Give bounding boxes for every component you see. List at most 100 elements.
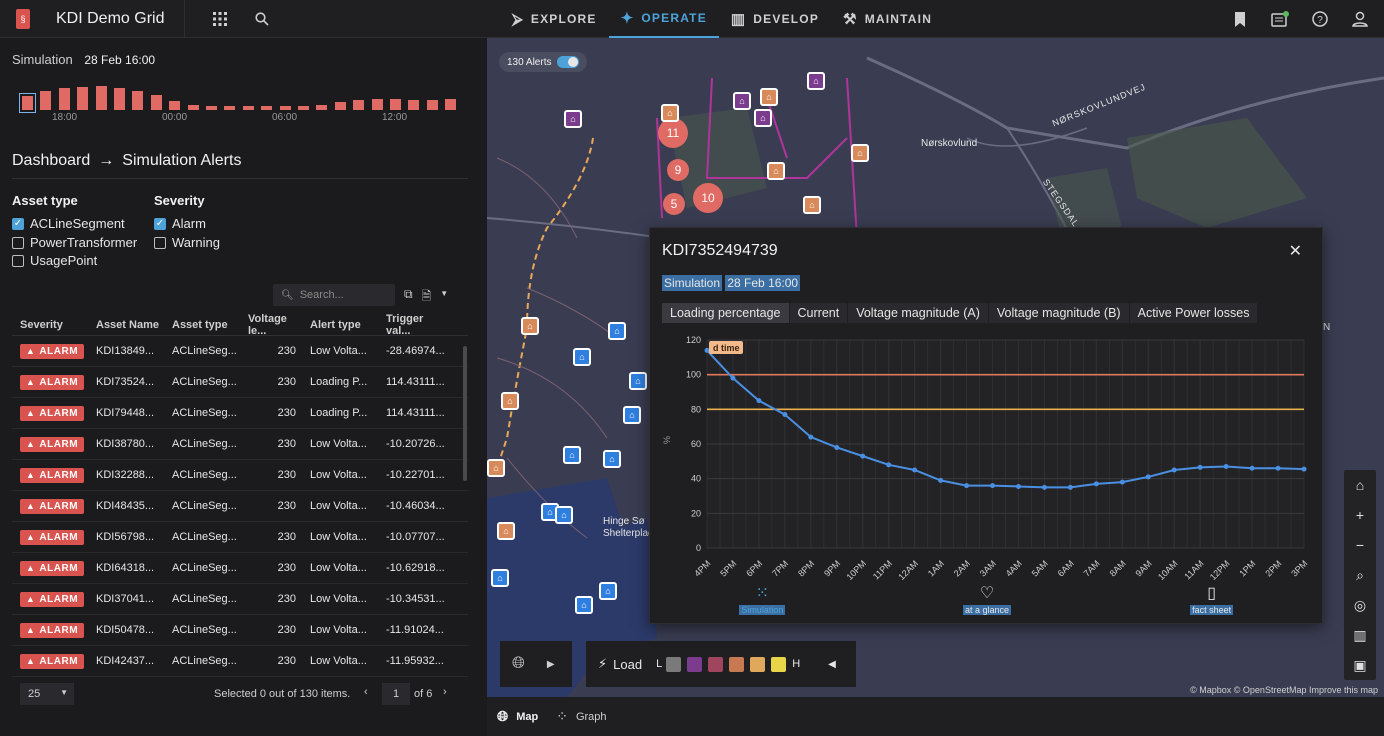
timeline-bar[interactable] xyxy=(334,102,346,110)
legend-swatch[interactable] xyxy=(708,656,724,672)
timeline-bar[interactable] xyxy=(206,106,217,110)
filter-alarm[interactable]: ✓ Alarm xyxy=(154,216,206,231)
timeline-bar[interactable] xyxy=(77,87,89,110)
asset-marker[interactable]: ⌂ xyxy=(521,317,539,335)
col-asset-type[interactable]: Asset type xyxy=(172,319,248,331)
table-row[interactable]: ▲ ALARM KDI73524... ACLineSeg... 230 Loading … xyxy=(12,367,468,398)
asset-marker[interactable]: ⌂ xyxy=(608,322,626,340)
table-row[interactable]: ▲ ALARM KDI42437... ACLineSeg... 230 Low Volt… xyxy=(12,646,468,677)
asset-marker[interactable]: ⌂ xyxy=(851,144,869,162)
tab-voltage-a[interactable]: Voltage magnitude (A) xyxy=(848,303,989,323)
checkbox-icon[interactable] xyxy=(154,236,166,249)
timeline-bar[interactable] xyxy=(58,88,70,110)
tab-active-power-losses[interactable]: Active Power losses xyxy=(1130,303,1259,323)
col-severity[interactable]: Severity xyxy=(12,319,96,331)
apps-grid-icon[interactable] xyxy=(210,9,230,29)
asset-marker[interactable]: ⌂ xyxy=(487,459,505,477)
asset-marker[interactable]: ⌂ xyxy=(754,109,772,127)
timeline-bar[interactable] xyxy=(261,106,273,110)
table-row[interactable]: ▲ ALARM KDI64318... ACLineSeg... 230 Low Volt… xyxy=(12,553,468,584)
toggle-switch[interactable] xyxy=(557,56,580,68)
timeline-bar[interactable] xyxy=(169,101,181,110)
timeline-bar[interactable] xyxy=(371,98,383,110)
legend-swatch[interactable] xyxy=(687,656,703,672)
timeline-bar[interactable] xyxy=(316,104,328,110)
asset-marker[interactable]: ⌂ xyxy=(575,596,593,614)
help-icon[interactable]: ? xyxy=(1310,9,1330,29)
timeline-bar[interactable] xyxy=(95,85,107,110)
checkbox-icon[interactable] xyxy=(12,254,24,267)
basemap-toggle[interactable]: 🌐︎ ▶ xyxy=(500,641,572,687)
col-trigger-value[interactable]: Trigger val... xyxy=(386,313,450,337)
table-row[interactable]: ▲ ALARM KDI13849... ACLineSeg... 230 Low Volt… xyxy=(12,336,468,367)
asset-marker[interactable]: ⌂ xyxy=(501,392,519,410)
table-row[interactable]: ▲ ALARM KDI79448... ACLineSeg... 230 Loading … xyxy=(12,398,468,429)
asset-marker[interactable]: ⌂ xyxy=(564,110,582,128)
alerts-toggle[interactable]: 130 Alerts xyxy=(499,52,588,72)
zoom-out-icon[interactable]: − xyxy=(1344,530,1376,560)
tab-graph[interactable]: ⁘ Graph xyxy=(556,708,606,725)
notifications-icon[interactable] xyxy=(1270,9,1290,29)
asset-marker[interactable]: ⌂ xyxy=(803,196,821,214)
asset-marker[interactable]: ⌂ xyxy=(497,522,515,540)
timeline-bar[interactable] xyxy=(426,99,438,110)
filter-warning[interactable]: Warning xyxy=(154,235,220,250)
table-scrollbar[interactable] xyxy=(463,346,467,481)
checkbox-checked-icon[interactable]: ✓ xyxy=(12,217,24,230)
chevron-down-icon[interactable]: ▼ xyxy=(440,287,448,308)
export-icon[interactable]: 🗎︎ xyxy=(422,287,432,308)
tab-current[interactable]: Current xyxy=(790,303,849,323)
nav-explore[interactable]: ⮚ EXPLORE xyxy=(500,0,609,38)
asset-marker[interactable]: ⌂ xyxy=(623,406,641,424)
col-alert-type[interactable]: Alert type xyxy=(310,319,386,331)
tab-voltage-b[interactable]: Voltage magnitude (B) xyxy=(989,303,1130,323)
timeline-bar[interactable] xyxy=(150,94,162,110)
simulation-button[interactable]: ⁙ Simulation xyxy=(717,583,807,615)
layers-icon[interactable]: ⌂ xyxy=(1344,470,1376,500)
alert-cluster[interactable]: 5 xyxy=(663,193,685,215)
alert-cluster[interactable]: 10 xyxy=(693,183,723,213)
nav-operate[interactable]: ✦ OPERATE xyxy=(608,0,719,38)
bookmark-icon[interactable] xyxy=(1230,9,1250,29)
timeline-bar[interactable] xyxy=(445,98,457,110)
col-voltage-level[interactable]: Voltage le... xyxy=(248,313,310,337)
kdi-logo-icon[interactable]: § xyxy=(16,8,30,29)
timeline-bar[interactable] xyxy=(353,99,365,110)
table-search-input[interactable]: 🔍︎ Search... xyxy=(273,284,395,306)
checkbox-icon[interactable] xyxy=(12,236,24,249)
tab-map[interactable]: 🌐︎ Map xyxy=(497,708,538,725)
chevron-left-icon[interactable]: ◀ xyxy=(828,659,836,670)
asset-marker[interactable]: ⌂ xyxy=(563,446,581,464)
timeline-bar[interactable] xyxy=(408,99,420,110)
search-icon[interactable] xyxy=(252,9,272,29)
timeline-bar[interactable] xyxy=(279,106,291,110)
alert-cluster[interactable]: 11 xyxy=(658,118,688,148)
table-row[interactable]: ▲ ALARM KDI37041... ACLineSeg... 230 Low Volt… xyxy=(12,584,468,615)
timeline-bar[interactable] xyxy=(40,90,52,110)
locate-icon[interactable]: ◎ xyxy=(1344,590,1376,620)
timeline-bar[interactable] xyxy=(187,104,199,110)
next-page-icon[interactable]: › xyxy=(443,686,447,698)
timeline-bar[interactable] xyxy=(298,106,309,110)
filter-usagepoint[interactable]: UsagePoint xyxy=(12,253,97,268)
zoom-in-icon[interactable]: + xyxy=(1344,500,1376,530)
page-size-select[interactable]: 25 ▼ xyxy=(20,683,74,705)
table-row[interactable]: ▲ ALARM KDI48435... ACLineSeg... 230 Low Volt… xyxy=(12,491,468,522)
checkbox-checked-icon[interactable]: ✓ xyxy=(154,217,166,230)
legend-swatch[interactable] xyxy=(666,656,682,672)
prev-page-icon[interactable]: ‹ xyxy=(364,686,368,698)
table-row[interactable]: ▲ ALARM KDI50478... ACLineSeg... 230 Low Volt… xyxy=(12,615,468,646)
asset-marker[interactable]: ⌂ xyxy=(599,582,617,600)
chevron-right-icon[interactable]: ▶ xyxy=(547,659,555,670)
asset-marker[interactable]: ⌂ xyxy=(629,372,647,390)
timeline-bar[interactable] xyxy=(224,106,236,110)
at-a-glance-button[interactable]: ♡ at a glance xyxy=(942,583,1032,615)
asset-marker[interactable]: ⌂ xyxy=(760,88,778,106)
legend-swatch[interactable] xyxy=(729,656,745,672)
asset-marker[interactable]: ⌂ xyxy=(603,450,621,468)
asset-marker[interactable]: ⌂ xyxy=(767,162,785,180)
tab-loading-percentage[interactable]: Loading percentage xyxy=(662,303,790,323)
page-number-input[interactable]: 1 xyxy=(382,683,410,705)
minimap-icon[interactable]: ▣ xyxy=(1344,650,1376,680)
fact-sheet-button[interactable]: ▯ fact sheet xyxy=(1167,583,1257,615)
